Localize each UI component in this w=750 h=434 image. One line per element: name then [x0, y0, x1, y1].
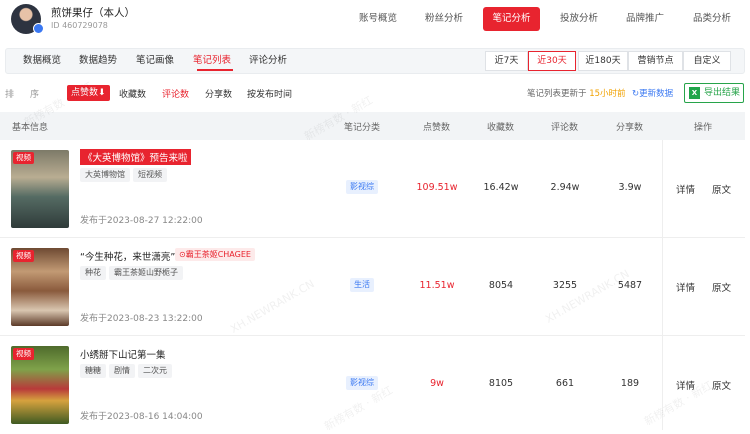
note-tag: 霸王茶姬山野栀子: [109, 266, 183, 280]
sort-by-publish-time[interactable]: 按发布时间: [247, 87, 292, 100]
update-time: 15小时前: [589, 89, 626, 99]
sort-label-2: 序: [30, 90, 40, 100]
header-shares: 分享数: [616, 123, 644, 133]
comments-value: 3255: [552, 280, 578, 291]
range-180d-button[interactable]: 近180天: [578, 51, 628, 71]
range-30d-button[interactable]: 近30天: [528, 51, 576, 71]
export-label: 导出结果: [704, 88, 741, 98]
header-saves: 收藏数: [487, 123, 515, 133]
sort-by-likes[interactable]: 点赞数⬇: [67, 85, 110, 101]
top-bar: ㅤ 煎饼果仔（本人） ID 460729078 账号概览 粉丝分析 笔记分析 投…: [0, 0, 750, 40]
saves-value: 8054: [488, 280, 514, 291]
note-thumbnail[interactable]: 视频: [11, 248, 69, 326]
category-badge: 影视综: [346, 180, 378, 194]
account-id: ID 460729078: [51, 21, 108, 30]
header-basic-info: 基本信息: [12, 123, 49, 133]
subtab-comment-analysis[interactable]: 评论分析: [249, 49, 287, 73]
publish-date: 发布于2023-08-16 14:04:00: [80, 412, 203, 422]
active-subtab-indicator: [197, 69, 233, 71]
tab-notes-analysis[interactable]: 笔记分析: [483, 7, 540, 31]
excel-icon: X: [689, 87, 700, 99]
subtab-data-trend[interactable]: 数据趋势: [79, 49, 117, 73]
original-link[interactable]: 原文: [712, 182, 731, 196]
comments-value: 661: [555, 378, 575, 389]
note-thumbnail[interactable]: 视频: [11, 346, 69, 424]
video-tag: 视频: [13, 152, 34, 164]
note-title[interactable]: 小绣掰下山记第一集: [80, 347, 166, 361]
note-title[interactable]: 《大英博物馆》预告来啦: [80, 149, 191, 165]
original-link[interactable]: 原文: [712, 280, 731, 294]
sort-by-shares[interactable]: 分享数: [205, 87, 232, 100]
header-actions: 操作: [694, 123, 713, 133]
note-tag: 大英博物馆: [80, 168, 130, 182]
category-badge: 影视综: [346, 376, 378, 390]
note-tag: 剧情: [109, 364, 135, 378]
table-row: 视频 “今生种花，来世潇亮” ⊙霸王茶姬CHAGEE 种花 霸王茶姬山野栀子 发…: [0, 238, 745, 336]
tab-account-overview[interactable]: 账号概览: [352, 7, 404, 31]
video-tag: 视频: [13, 250, 34, 262]
detail-link[interactable]: 详情: [676, 378, 695, 392]
sub-nav-bar: 数据概览 数据趋势 笔记画像 笔记列表 评论分析 近7天 近30天 近180天 …: [5, 48, 745, 74]
comments-value: 2.94w: [550, 182, 580, 193]
likes-value: 9w: [430, 378, 444, 389]
original-link[interactable]: 原文: [712, 378, 731, 392]
category-badge: 生活: [350, 278, 374, 292]
sort-by-saves[interactable]: 收藏数: [119, 87, 146, 100]
shares-value: 3.9w: [618, 182, 642, 193]
tab-fans-analysis[interactable]: 粉丝分析: [418, 7, 470, 31]
refresh-data-button[interactable]: ↻更新数据: [632, 87, 673, 99]
table-row: 视频 小绣掰下山记第一集 糖糖 剧情 二次元 发布于2023-08-16 14:…: [0, 336, 745, 434]
verified-badge-icon: ㅤ: [33, 23, 44, 34]
detail-link[interactable]: 详情: [676, 280, 695, 294]
subtab-notes-profile[interactable]: 笔记画像: [136, 49, 174, 73]
shares-value: 189: [620, 378, 640, 389]
table-header: 基本信息 笔记分类 点赞数 收藏数 评论数 分享数 操作: [0, 112, 745, 140]
tab-brand-promotion[interactable]: 品牌推广: [619, 7, 671, 31]
saves-value: 8105: [488, 378, 514, 389]
header-category: 笔记分类: [344, 123, 381, 133]
sort-bar: 排 序 点赞数⬇ 收藏数 评论数 分享数 按发布时间 笔记列表更新于 15小时前…: [0, 82, 750, 104]
update-prefix: 笔记列表更新于: [527, 89, 587, 99]
range-7d-button[interactable]: 近7天: [485, 51, 528, 71]
note-title[interactable]: “今生种花，来世潇亮”: [80, 249, 175, 263]
publish-date: 发布于2023-08-23 13:22:00: [80, 314, 203, 324]
shares-value: 5487: [617, 280, 643, 291]
table-row: 视频 《大英博物馆》预告来啦 大英博物馆 短视频 发布于2023-08-27 1…: [0, 140, 745, 238]
tab-category-analysis[interactable]: 品类分析: [686, 7, 738, 31]
update-status: 笔记列表更新于 15小时前: [527, 87, 626, 99]
subtab-data-overview[interactable]: 数据概览: [23, 49, 61, 73]
note-tag: 二次元: [138, 364, 172, 378]
video-tag: 视频: [13, 348, 34, 360]
likes-value: 11.51w: [419, 280, 455, 291]
detail-link[interactable]: 详情: [676, 182, 695, 196]
marketing-node-button[interactable]: 营销节点: [628, 51, 683, 71]
publish-date: 发布于2023-08-27 12:22:00: [80, 216, 203, 226]
tab-ads-analysis[interactable]: 投放分析: [553, 7, 605, 31]
note-tag: 种花: [80, 266, 106, 280]
header-comments: 评论数: [551, 123, 579, 133]
custom-range-button[interactable]: 自定义: [683, 51, 731, 71]
note-thumbnail[interactable]: 视频: [11, 150, 69, 228]
brand-tag[interactable]: ⊙霸王茶姬CHAGEE: [175, 248, 255, 261]
account-name: 煎饼果仔（本人）: [51, 7, 135, 19]
note-tag: 短视频: [133, 168, 167, 182]
sort-by-comments[interactable]: 评论数: [162, 87, 189, 100]
saves-value: 16.42w: [483, 182, 519, 193]
header-likes: 点赞数: [423, 123, 451, 133]
export-button[interactable]: X 导出结果: [684, 83, 744, 103]
likes-value: 109.51w: [416, 182, 458, 193]
sort-label-1: 排: [5, 90, 15, 100]
note-tag: 糖糖: [80, 364, 106, 378]
